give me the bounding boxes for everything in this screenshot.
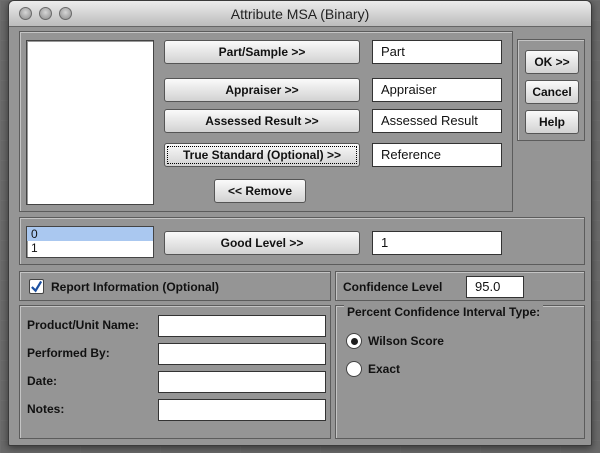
report-info-checkbox[interactable] [29, 279, 44, 294]
level-list[interactable]: 01 [26, 226, 154, 258]
good-level-field[interactable]: 1 [372, 231, 502, 255]
wilson-score-label: Wilson Score [368, 334, 444, 348]
true-standard-button[interactable]: True Standard (Optional) >> [164, 143, 360, 167]
dialog-content: Part/Sample >> Part Appraiser >> Apprais… [19, 31, 585, 439]
exact-label: Exact [368, 362, 401, 376]
true-standard-field[interactable]: Reference [372, 143, 502, 167]
remove-button[interactable]: << Remove [214, 179, 306, 203]
ok-button[interactable]: OK >> [525, 50, 579, 74]
level-list-item[interactable]: 0 [27, 227, 153, 241]
appraiser-button[interactable]: Appraiser >> [164, 78, 360, 102]
date-label: Date: [27, 374, 58, 388]
checkmark-icon [31, 280, 43, 293]
exact-radio[interactable] [346, 361, 362, 377]
product-unit-name-field[interactable] [158, 315, 326, 337]
report-header-panel: Report Information (Optional) [19, 271, 331, 301]
dialog-window: Attribute MSA (Binary) Part/Sample >> Pa… [8, 0, 592, 446]
assessed-result-field[interactable]: Assessed Result [372, 109, 502, 133]
good-level-panel: 01 Good Level >> 1 [19, 217, 585, 265]
cancel-button[interactable]: Cancel [525, 80, 579, 104]
confidence-level-field[interactable]: 95.0 [466, 276, 524, 298]
performed-by-field[interactable] [158, 343, 326, 365]
wilson-score-radio[interactable] [346, 333, 362, 349]
notes-label: Notes: [27, 402, 65, 416]
report-info-label: Report Information (Optional) [51, 280, 219, 294]
help-button[interactable]: Help [525, 110, 579, 134]
performed-by-label: Performed By: [27, 346, 110, 360]
appraiser-field[interactable]: Appraiser [372, 78, 502, 102]
variable-list[interactable] [26, 40, 154, 205]
part-sample-button[interactable]: Part/Sample >> [164, 40, 360, 64]
notes-field[interactable] [158, 399, 326, 421]
title-bar[interactable]: Attribute MSA (Binary) [9, 1, 591, 27]
interval-type-panel: Percent Confidence Interval Type: Wilson… [335, 305, 585, 439]
confidence-level-panel: Confidence Level 95.0 [335, 271, 585, 301]
variables-panel: Part/Sample >> Part Appraiser >> Apprais… [19, 31, 513, 212]
assessed-result-button[interactable]: Assessed Result >> [164, 109, 360, 133]
date-field[interactable] [158, 371, 326, 393]
interval-type-legend: Percent Confidence Interval Type: [344, 305, 544, 319]
report-fields-panel: Product/Unit Name: Performed By: Date: N… [19, 305, 331, 439]
good-level-button[interactable]: Good Level >> [164, 231, 360, 255]
part-field[interactable]: Part [372, 40, 502, 64]
action-panel: OK >> Cancel Help [517, 39, 585, 141]
window-title: Attribute MSA (Binary) [230, 6, 370, 22]
confidence-level-label: Confidence Level [343, 280, 443, 294]
level-list-item[interactable]: 1 [27, 241, 153, 255]
product-unit-name-label: Product/Unit Name: [27, 318, 140, 332]
